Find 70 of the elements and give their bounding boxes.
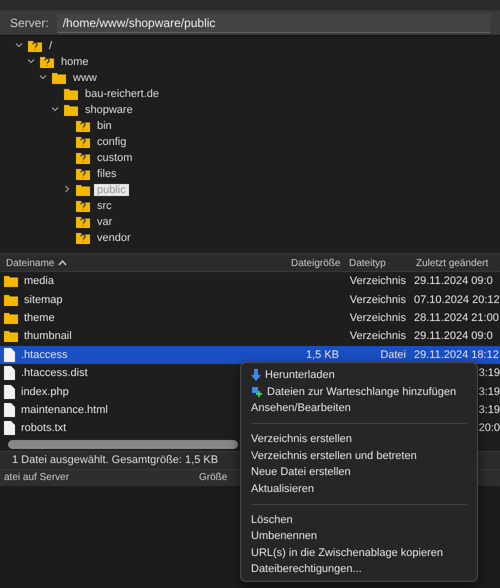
menu-item[interactable]: Verzeichnis erstellen und betreten	[241, 448, 477, 464]
file-name-cell[interactable]: .htaccess.dist	[0, 364, 235, 382]
table-cell-text: Verzeichnis	[348, 310, 407, 326]
menu-item[interactable]: Ansehen/Bearbeiten	[241, 400, 477, 416]
column-header[interactable]: atei auf Server	[0, 472, 195, 484]
file-name-cell[interactable]: maintenance.html	[0, 400, 235, 420]
table-cell-text: 07.10.2024 20:12	[413, 292, 500, 308]
menu-item[interactable]: Herunterladen	[241, 367, 477, 384]
table-cell-text: 29.11.2024 09:0	[413, 329, 494, 344]
menu-item[interactable]: Löschen	[241, 512, 477, 528]
menu-item[interactable]: Aktualisieren	[241, 480, 477, 497]
folder-name[interactable]: bin	[94, 120, 115, 132]
column-header[interactable]: Dateiname	[0, 258, 285, 268]
table-cell-text: Verzeichnis	[348, 329, 407, 344]
file-icon	[4, 384, 15, 399]
table-cell: 3:19	[478, 386, 500, 398]
file-name-cell[interactable]: robots.txt	[0, 419, 235, 438]
table-cell-text: Verzeichnis	[348, 274, 407, 290]
table-cell: Datei	[343, 346, 410, 364]
folder-name[interactable]: shopware	[82, 104, 136, 116]
menu-item[interactable]: Umbenennen	[241, 528, 477, 545]
folder-name[interactable]: vendor	[94, 232, 134, 244]
column-header[interactable]: Größe	[195, 472, 231, 484]
folder-icon	[4, 275, 18, 288]
file-icon	[4, 366, 15, 380]
sort-ascending-icon	[58, 260, 68, 266]
file-icon	[4, 348, 15, 362]
folder-name[interactable]: config	[94, 136, 130, 148]
file-name-cell[interactable]: .htaccess	[0, 346, 235, 364]
menu-item[interactable]: Neue Datei erstellen	[241, 464, 477, 480]
file-name-cell[interactable]: sitemap	[0, 290, 235, 309]
table-cell: 29.11.2024 18:12	[410, 346, 500, 364]
file-name-cell[interactable]: index.php	[0, 382, 235, 401]
folder-icon	[4, 312, 18, 324]
status-text: 1 Datei ausgewählt. Gesamtgröße: 1,5 KB	[12, 454, 218, 466]
menu-item[interactable]: Dateiberechtigungen...	[241, 560, 477, 578]
table-cell: 20:0	[478, 422, 500, 434]
file-icon	[4, 421, 15, 436]
table-cell: 1,5 KB	[235, 346, 343, 364]
column-header[interactable]: Dateityp	[343, 258, 410, 268]
horizontal-scrollbar[interactable]	[8, 440, 238, 449]
folder-name[interactable]: home	[58, 56, 92, 68]
table-cell: 3:19	[478, 367, 500, 380]
folder-icon	[4, 294, 18, 306]
table-cell-text: 28.11.2024 21:00	[413, 310, 500, 326]
file-name-cell[interactable]: theme	[0, 308, 235, 328]
folder-name[interactable]: custom	[94, 152, 136, 164]
menu-item[interactable]: Dateien zur Warteschlange hinzufügen	[241, 383, 477, 400]
menu-item[interactable]: URL(s) in die Zwischenablage kopieren	[241, 544, 477, 561]
folder-name[interactable]: www	[70, 72, 100, 84]
folder-name[interactable]: /	[46, 40, 56, 52]
file-name-cell[interactable]: media	[0, 272, 235, 290]
server-label: Server:	[10, 16, 49, 30]
file-icon	[4, 402, 15, 417]
caret-icon[interactable]	[62, 185, 72, 195]
folder-name[interactable]: bau-reichert.de	[82, 88, 162, 100]
folder-name[interactable]: var	[94, 216, 116, 228]
column-header[interactable]: Dateigröße	[285, 258, 343, 268]
folder-name[interactable]: src	[94, 200, 115, 212]
add-to-queue-icon	[251, 386, 263, 398]
menu-item[interactable]: Verzeichnis erstellen	[241, 431, 477, 448]
column-header[interactable]: Zuletzt geändert	[410, 258, 500, 268]
download-arrow-icon	[251, 369, 261, 382]
table-cell-text: 29.11.2024 09:0	[413, 274, 494, 290]
path-field[interactable]: /home/www/shopware/public	[56, 14, 490, 32]
table-cell-text: Verzeichnis	[348, 292, 407, 308]
table-cell: 3:19	[478, 404, 500, 416]
folder-name[interactable]: files	[94, 168, 120, 180]
file-name-cell[interactable]: thumbnail	[0, 327, 235, 346]
folder-icon	[4, 330, 18, 342]
